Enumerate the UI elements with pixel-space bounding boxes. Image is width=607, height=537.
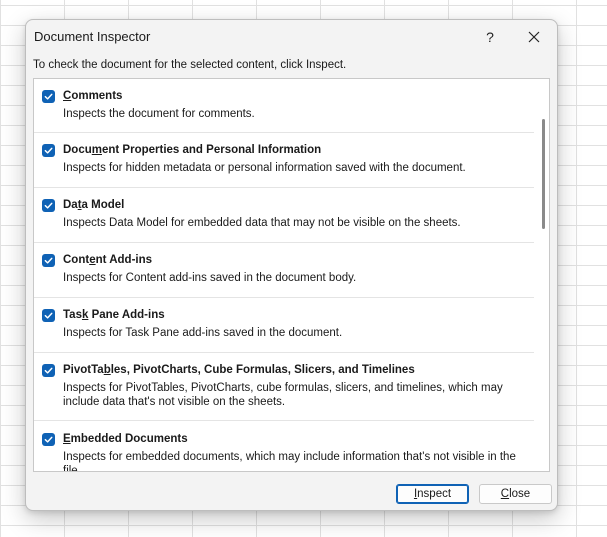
option-label: Data Model <box>63 199 125 211</box>
checkmark-icon <box>44 93 53 100</box>
help-icon: ? <box>486 29 494 45</box>
checkbox-comments[interactable] <box>42 90 55 103</box>
dialog-titlebar: Document Inspector ? <box>26 20 557 54</box>
close-button-label: Close <box>500 488 531 500</box>
option-label: Task Pane Add-ins <box>63 309 165 321</box>
option-data-model[interactable]: Data Model Inspects Data Model for embed… <box>34 188 534 243</box>
checkbox-content-add-ins[interactable] <box>42 254 55 267</box>
option-description: Inspects for hidden metadata or personal… <box>63 162 466 174</box>
option-label: Comments <box>63 90 123 102</box>
option-description: Inspects for PivotTables, PivotCharts, c… <box>63 382 503 408</box>
option-label: Content Add-ins <box>63 254 153 266</box>
checkbox-document-properties[interactable] <box>42 144 55 157</box>
option-embedded-documents[interactable]: Embedded Documents Inspects for embedded… <box>34 421 534 472</box>
inspection-options-content: Comments Inspects the document for comme… <box>34 79 534 472</box>
checkmark-icon <box>44 367 53 374</box>
dialog-title: Document Inspector <box>34 29 151 44</box>
inspect-button-label: Inspect <box>413 488 452 500</box>
close-button[interactable]: Close <box>479 484 552 504</box>
checkbox-task-pane-add-ins[interactable] <box>42 309 55 322</box>
option-document-properties[interactable]: Document Properties and Personal Informa… <box>34 133 534 188</box>
checkbox-embedded-documents[interactable] <box>42 433 55 446</box>
option-description: Inspects the document for comments. <box>63 108 255 120</box>
close-dialog-button[interactable] <box>517 24 551 50</box>
checkmark-icon <box>44 257 53 264</box>
instruction-text: To check the document for the selected c… <box>33 59 347 71</box>
close-icon <box>528 31 540 43</box>
option-description: Inspects Data Model for embedded data th… <box>63 217 461 229</box>
inspection-options-list[interactable]: Comments Inspects the document for comme… <box>33 78 550 472</box>
checkmark-icon <box>44 202 53 209</box>
checkbox-data-model[interactable] <box>42 199 55 212</box>
checkbox-pivottables[interactable] <box>42 364 55 377</box>
option-content-add-ins[interactable]: Content Add-ins Inspects for Content add… <box>34 243 534 298</box>
checkmark-icon <box>44 436 53 443</box>
option-label: Document Properties and Personal Informa… <box>63 144 322 156</box>
checkmark-icon <box>44 312 53 319</box>
list-scrollbar[interactable] <box>542 119 545 229</box>
checkmark-icon <box>44 147 53 154</box>
option-label: Embedded Documents <box>63 433 188 445</box>
option-pivottables[interactable]: PivotTables, PivotCharts, Cube Formulas,… <box>34 353 534 421</box>
option-comments[interactable]: Comments Inspects the document for comme… <box>34 79 534 133</box>
option-task-pane-add-ins[interactable]: Task Pane Add-ins Inspects for Task Pane… <box>34 298 534 353</box>
option-description: Inspects for Task Pane add-ins saved in … <box>63 327 343 339</box>
help-button[interactable]: ? <box>477 24 503 50</box>
inspect-button[interactable]: Inspect <box>396 484 469 504</box>
document-inspector-dialog: Document Inspector ? To check the docume… <box>25 19 558 511</box>
option-description: Inspects for Content add-ins saved in th… <box>63 272 357 284</box>
option-description: Inspects for embedded documents, which m… <box>63 451 516 472</box>
option-label: PivotTables, PivotCharts, Cube Formulas,… <box>63 364 415 376</box>
